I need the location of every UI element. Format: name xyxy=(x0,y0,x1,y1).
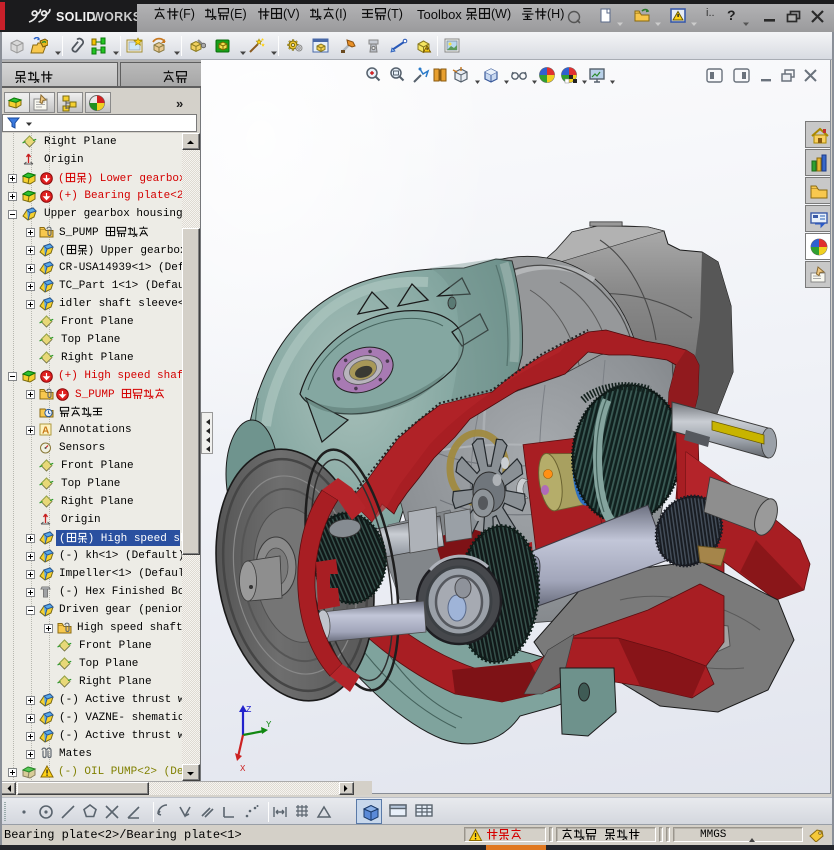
svg-text:X: X xyxy=(240,764,246,774)
svg-text:Z: Z xyxy=(246,705,252,715)
svg-text:A: A xyxy=(42,426,49,437)
svg-text:WORKS: WORKS xyxy=(92,10,141,24)
svg-text:Y: Y xyxy=(266,720,272,730)
svg-text:SOLID: SOLID xyxy=(56,10,96,24)
